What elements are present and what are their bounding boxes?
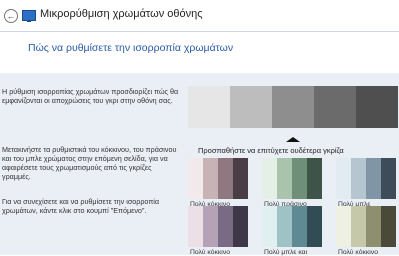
intro-paragraph: Η ρύθμιση ισορροπίας χρωμάτων προσδιορίζ… (2, 87, 179, 105)
tile-swatch (336, 206, 351, 247)
tile-swatch (292, 206, 307, 247)
tile-swatch (203, 158, 218, 199)
tile-swatch (277, 206, 292, 247)
page-heading: Πώς να ρυθμίσετε την ισορροπία χρωμάτων (28, 42, 234, 54)
tile-swatch (336, 158, 351, 199)
tile-swatch (307, 206, 322, 247)
tile-swatch (233, 158, 248, 199)
color-cast-tile (262, 158, 322, 199)
display-icon (22, 10, 36, 22)
header-divider (0, 31, 399, 32)
tile-swatch (351, 158, 366, 199)
tile-swatch (262, 206, 277, 247)
tile-swatch (233, 206, 248, 247)
gray-swatch (188, 86, 230, 128)
color-cast-tile (188, 206, 248, 247)
color-cast-tile (336, 206, 396, 247)
title-bar: ← Μικρορύθμιση χρωμάτων οθόνης (0, 0, 399, 30)
color-cast-tile (188, 158, 248, 199)
continue-paragraph: Για να συνεχίσετε και να ρυθμίσετε την ι… (2, 197, 160, 215)
tile-swatch (277, 158, 292, 199)
tile-swatch (351, 206, 366, 247)
tile-swatch (381, 158, 396, 199)
gray-swatch (272, 86, 314, 128)
gray-swatch (230, 86, 272, 128)
tile-swatch (366, 158, 381, 199)
tile-swatch (188, 206, 203, 247)
tile-swatch (188, 158, 203, 199)
back-arrow-icon[interactable]: ← (4, 9, 18, 23)
tile-swatch (381, 206, 396, 247)
tile-swatch (307, 158, 322, 199)
slider-instruction-paragraph: Μετακινήστε τα ρυθμιστικά του κόκκινου, … (2, 145, 177, 181)
triangle-pointer-icon (286, 137, 300, 142)
gray-swatch (356, 86, 398, 128)
gray-swatch (314, 86, 356, 128)
neutral-gray-swatches (188, 86, 398, 128)
tile-swatch (218, 206, 233, 247)
tile-swatch (203, 206, 218, 247)
neutral-gray-instruction: Προσπαθήστε να επιτύχετε ουδέτερα γκρίζα (198, 146, 344, 155)
tile-swatch (292, 158, 307, 199)
color-cast-tile (336, 158, 396, 199)
color-cast-tile (262, 206, 322, 247)
window-title: Μικρορύθμιση χρωμάτων οθόνης (40, 8, 203, 20)
tile-swatch (262, 158, 277, 199)
tile-swatch (366, 206, 381, 247)
tile-swatch (218, 158, 233, 199)
